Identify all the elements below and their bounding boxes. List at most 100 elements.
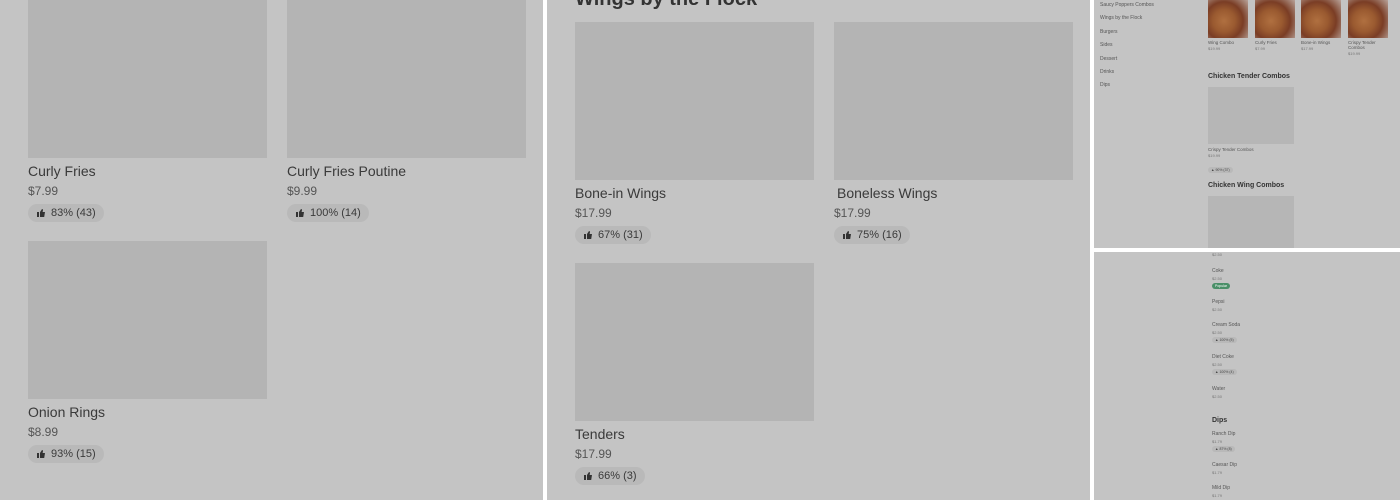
item-price: $17.99 (1301, 46, 1314, 51)
section-title: Chicken Tender Combos (1208, 73, 1290, 80)
category-sidebar: Saucy Poppers Combos Wings by the Flock … (1100, 2, 1154, 96)
thumbs-up-icon (583, 471, 593, 481)
thumbs-up-icon (36, 449, 46, 459)
rating-text: 100% (4) (1219, 370, 1234, 374)
rating-text: 100% (14) (310, 207, 361, 219)
item-image (575, 22, 814, 180)
item-price: $2.50 (1212, 330, 1223, 335)
item-name: Crispy Tender Combos (1348, 40, 1376, 50)
item-image (1255, 0, 1295, 38)
rating-badge: 83% (43) (28, 204, 104, 222)
thumbs-up-icon (36, 208, 46, 218)
section-title: Wings by the Flock (575, 0, 757, 11)
item-price: $19.99 (1208, 153, 1221, 158)
menu-item-card[interactable]: Curly Fries $7.99 83% (43) (28, 0, 267, 223)
item-name: Bone-in Wings (575, 185, 667, 201)
item-image (834, 22, 1073, 180)
list-item[interactable]: Diet Coke $2.50 ▲ 100% (4) (1212, 354, 1237, 375)
rating-text: 67% (31) (598, 229, 643, 241)
list-item[interactable]: Ranch Dip $1.79 ▲ 87% (8) (1212, 431, 1235, 452)
popular-badge: Popular (1212, 283, 1231, 289)
section-title: Chicken Wing Combos (1208, 182, 1285, 189)
item-price: $2.50 (1212, 394, 1223, 399)
rating-text: 90% (37) (1215, 168, 1230, 172)
list-item[interactable]: Caesar Dip $1.79 (1212, 462, 1237, 475)
thumbs-up-icon (842, 230, 852, 240)
item-price: $7.99 (28, 184, 59, 198)
menu-item-card[interactable]: Onion Rings $8.99 93% (15) (28, 241, 267, 464)
combo-card[interactable]: Wing Combo $19.99 (1208, 0, 1248, 51)
list-item[interactable]: Cream Soda $2.50 ▲ 100% (5) (1212, 322, 1240, 343)
sidebar-item-drinks[interactable]: Drinks (1100, 69, 1154, 82)
sidebar-item-dips[interactable]: Dips (1100, 82, 1154, 95)
item-price: $19.99 (1348, 51, 1361, 56)
item-image (1208, 0, 1248, 38)
rating-text: 75% (16) (857, 229, 902, 241)
item-name: Tenders (575, 426, 625, 442)
item-name: Ranch Dip (1212, 431, 1236, 437)
rating-badge: ▲ 100% (5) (1212, 337, 1237, 343)
section-title: Dips (1212, 417, 1228, 424)
item-image (1208, 196, 1294, 248)
item-price: $2.50 (1212, 362, 1223, 367)
item-price: $17.99 (834, 206, 871, 220)
item-image (287, 0, 526, 158)
item-price: $1.79 (1212, 493, 1223, 498)
list-item[interactable]: $2.50 (1212, 252, 1222, 257)
item-name: Wing Combo (1208, 40, 1235, 45)
rating-text: 87% (8) (1219, 447, 1232, 451)
rating-badge: ▲ 90% (37) (1208, 167, 1233, 173)
item-price: $7.99 (1255, 46, 1266, 51)
menu-item-card[interactable]: Curly Fries Poutine $9.99 100% (14) (287, 0, 526, 223)
combo-card[interactable]: Crispy Tender Combos $19.99 (1348, 0, 1388, 56)
full-menu-panel: Saucy Poppers Combos Wings by the Flock … (1094, 0, 1400, 248)
sidebar-item-saucy-poppers-combos[interactable]: Saucy Poppers Combos (1100, 2, 1154, 15)
list-item[interactable]: Water $2.50 (1212, 386, 1225, 399)
thumbs-up-icon (583, 230, 593, 240)
menu-item-card[interactable] (1208, 196, 1294, 248)
sidebar-item-sides[interactable]: Sides (1100, 42, 1154, 55)
item-name: Cream Soda (1212, 322, 1241, 328)
menu-item-card[interactable]: Crispy Tender Combos $19.99 ▲ 90% (37) (1208, 87, 1294, 176)
item-name: Water (1212, 386, 1226, 392)
menu-item-card[interactable]: Tenders $17.99 66% (3) (575, 263, 814, 486)
list-item[interactable]: Mild Dip $1.79 (1212, 485, 1230, 498)
rating-badge: 66% (3) (575, 467, 645, 485)
combo-card[interactable]: Bone-in Wings $17.99 (1301, 0, 1341, 51)
thumbs-up-icon (295, 208, 305, 218)
item-name: Caesar Dip (1212, 462, 1238, 468)
item-name: Diet Coke (1212, 354, 1234, 360)
rating-text: 66% (3) (598, 470, 637, 482)
menu-item-card[interactable]: Boneless Wings $17.99 75% (16) (834, 22, 1073, 245)
item-price: $19.99 (1208, 46, 1221, 51)
item-image (28, 0, 267, 158)
item-price: $1.79 (1212, 470, 1223, 475)
combo-card[interactable]: Curly Fries $7.99 (1255, 0, 1295, 51)
list-item[interactable]: Coke $2.50 Popular (1212, 268, 1231, 289)
rating-text: 93% (15) (51, 448, 96, 460)
item-price: $17.99 (575, 447, 612, 461)
item-name: Coke (1212, 268, 1224, 274)
menu-item-card[interactable]: Bone-in Wings $17.99 67% (31) (575, 22, 814, 245)
item-price: $2.50 (1212, 252, 1223, 257)
sidebar-item-wings-by-the-flock[interactable]: Wings by the Flock (1100, 15, 1154, 28)
list-item[interactable]: Pepsi $2.50 (1212, 299, 1225, 312)
item-price: $17.99 (575, 206, 612, 220)
rating-badge: ▲ 100% (4) (1212, 369, 1237, 375)
item-name: Crispy Tender Combos (1208, 147, 1254, 152)
item-image (1301, 0, 1341, 38)
item-price: $1.79 (1212, 439, 1223, 444)
item-image (28, 241, 267, 399)
rating-text: 100% (5) (1219, 338, 1234, 342)
item-name: Pepsi (1212, 299, 1225, 305)
wings-panel: Wings by the Flock Bone-in Wings $17.99 … (547, 0, 1090, 500)
item-name: Bone-in Wings (1301, 40, 1331, 45)
item-name: Boneless Wings (837, 185, 938, 201)
item-image (1348, 0, 1388, 38)
item-price: $2.50 (1212, 276, 1223, 281)
sidebar-item-burgers[interactable]: Burgers (1100, 29, 1154, 42)
sidebar-item-dessert[interactable]: Dessert (1100, 56, 1154, 69)
item-name: Onion Rings (28, 404, 106, 420)
rating-badge: 93% (15) (28, 445, 104, 463)
rating-badge: 75% (16) (834, 226, 910, 244)
